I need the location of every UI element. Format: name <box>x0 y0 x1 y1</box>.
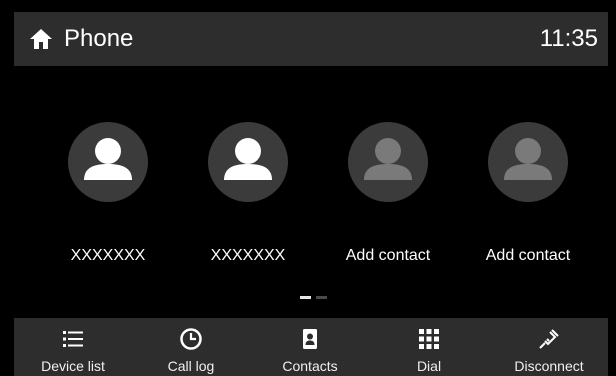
person-icon <box>224 138 272 180</box>
contact-name: XXXXXXX <box>70 247 146 264</box>
header-bar: Phone 11:35 <box>14 12 608 66</box>
favorites-panel: XXXXXXX XXXXXXX Add contact Add contact <box>14 66 608 318</box>
contact-tile-1[interactable]: XXXXXXX <box>38 122 178 282</box>
avatar <box>348 122 428 202</box>
clock-icon <box>180 328 202 350</box>
page-dot-active <box>300 296 311 299</box>
dialpad-icon <box>419 329 439 349</box>
person-icon <box>84 138 132 180</box>
page-title: Phone <box>64 25 134 52</box>
person-icon <box>504 138 552 180</box>
avatar <box>68 122 148 202</box>
home-icon[interactable] <box>28 26 54 52</box>
contacts-label: Contacts <box>282 358 338 374</box>
call-log-button[interactable]: Call log <box>132 318 250 376</box>
bottom-nav-bar: Device list Call log Contacts Dial Disco… <box>14 318 608 376</box>
dial-button[interactable]: Dial <box>370 318 488 376</box>
avatar <box>208 122 288 202</box>
page-dot-inactive[interactable] <box>316 296 327 299</box>
disconnect-label: Disconnect <box>514 358 584 374</box>
call-log-label: Call log <box>167 358 215 374</box>
contacts-book-icon <box>303 329 317 349</box>
contact-name: Add contact <box>485 247 571 264</box>
list-icon <box>63 331 83 347</box>
device-list-button[interactable]: Device list <box>14 318 132 376</box>
person-icon <box>364 138 412 180</box>
dial-label: Dial <box>416 358 442 374</box>
clock-time: 11:35 <box>539 25 598 52</box>
contact-name: Add contact <box>345 247 431 264</box>
contact-tile-2[interactable]: XXXXXXX <box>178 122 318 282</box>
avatar <box>488 122 568 202</box>
contacts-button[interactable]: Contacts <box>251 318 369 376</box>
add-contact-tile-2[interactable]: Add contact <box>458 122 598 282</box>
contact-name: XXXXXXX <box>210 247 286 264</box>
disconnect-button[interactable]: Disconnect <box>490 318 608 376</box>
disconnect-icon <box>539 329 559 349</box>
add-contact-tile-1[interactable]: Add contact <box>318 122 458 282</box>
device-list-label: Device list <box>41 358 105 374</box>
page-indicator <box>300 294 340 300</box>
